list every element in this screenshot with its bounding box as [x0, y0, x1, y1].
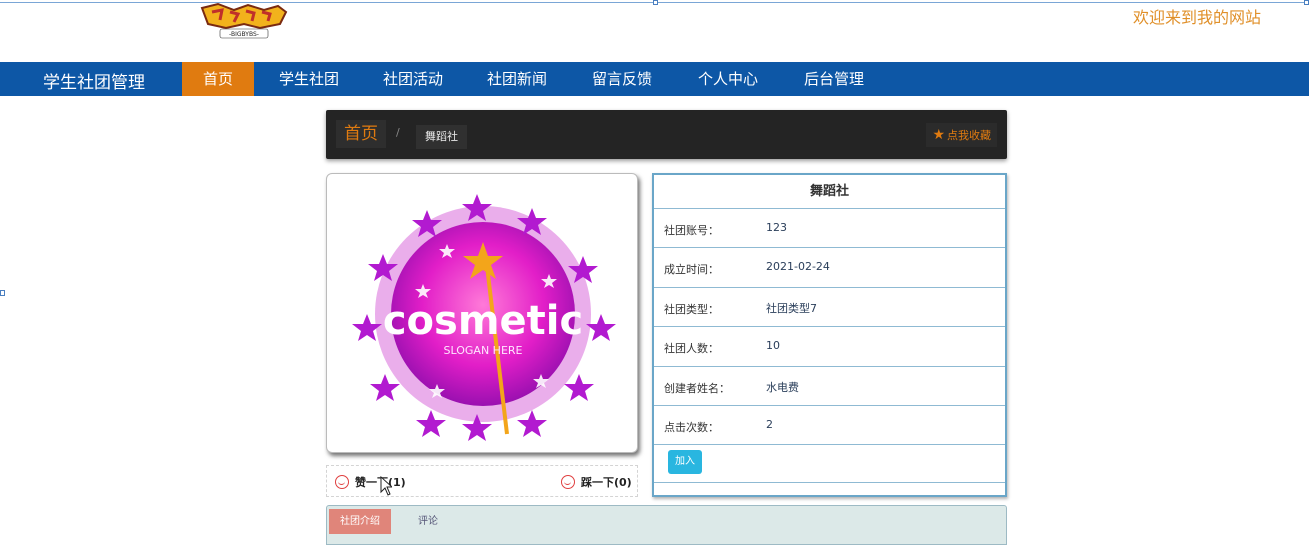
info-value: 123	[766, 221, 787, 234]
selection-handle	[0, 290, 5, 296]
info-key: 社团类型：	[664, 302, 719, 316]
join-button[interactable]: 加入	[668, 450, 702, 475]
info-row-account: 社团账号： 123	[654, 209, 1005, 249]
info-row-members: 社团人数： 10	[654, 327, 1005, 367]
site-logo[interactable]: -BIGBYBS-	[198, 2, 290, 40]
info-value: 社团类型7	[766, 301, 817, 315]
image-word: cosmetic	[383, 298, 583, 344]
tab-intro[interactable]: 社团介绍	[329, 509, 391, 534]
info-row-creator: 创建者姓名： 水电费	[654, 367, 1005, 406]
nav-item-profile[interactable]: 个人中心	[687, 62, 769, 96]
info-value: 2	[766, 417, 773, 431]
dislike-button[interactable]: 踩一下(0)	[561, 474, 632, 490]
logo-caption: -BIGBYBS-	[229, 31, 259, 38]
info-value: 2021-02-24	[766, 260, 830, 274]
breadcrumb-home[interactable]: 首页	[336, 120, 386, 148]
dislike-label: 踩一下(0)	[581, 476, 632, 489]
nav-item-feedback[interactable]: 留言反馈	[581, 62, 663, 96]
info-value: 10	[766, 339, 780, 353]
top-header: -BIGBYBS- 欢迎来到我的网站	[0, 0, 1309, 62]
selection-handle	[1304, 0, 1309, 5]
info-key: 点击次数：	[664, 420, 719, 434]
detail-tabs: 社团介绍 评论	[326, 505, 1007, 545]
breadcrumb-separator: /	[396, 126, 400, 139]
club-name: 舞蹈社	[654, 175, 1005, 209]
selection-handle	[653, 0, 658, 5]
nav-item-news[interactable]: 社团新闻	[476, 62, 558, 96]
info-key: 成立时间：	[664, 263, 719, 277]
smile-icon	[335, 475, 349, 489]
nav-brand[interactable]: 学生社团管理	[43, 68, 145, 93]
welcome-text: 欢迎来到我的网站	[1133, 8, 1262, 27]
join-row: 加入	[654, 445, 1005, 484]
info-value: 水电费	[766, 380, 799, 394]
breadcrumb-current: 舞蹈社	[416, 125, 467, 149]
vote-bar: 赞一下(1) 踩一下(0)	[326, 465, 638, 497]
image-slogan: SLOGAN HERE	[444, 344, 523, 357]
club-image: cosmetic SLOGAN HERE	[326, 173, 638, 453]
favorite-button[interactable]: ★ 点我收藏	[926, 123, 997, 147]
info-row-founded: 成立时间： 2021-02-24	[654, 248, 1005, 288]
smile-icon	[561, 475, 575, 489]
mouse-cursor-icon	[380, 476, 392, 496]
nav-item-activities[interactable]: 社团活动	[372, 62, 454, 96]
club-info-panel: 舞蹈社 社团账号： 123 成立时间： 2021-02-24 社团类型： 社团类…	[652, 173, 1007, 497]
main-nav: 学生社团管理 首页 学生社团 社团活动 社团新闻 留言反馈 个人中心 后台管理	[0, 62, 1309, 96]
info-row-clicks: 点击次数： 2	[654, 406, 1005, 446]
nav-item-home[interactable]: 首页	[182, 62, 254, 96]
favorite-label: 点我收藏	[947, 129, 991, 142]
info-key: 社团账号：	[664, 224, 719, 237]
club-logo-image: cosmetic SLOGAN HERE	[352, 194, 616, 441]
info-row-type: 社团类型： 社团类型7	[654, 288, 1005, 328]
info-key: 创建者姓名：	[664, 381, 730, 395]
nav-item-clubs[interactable]: 学生社团	[268, 62, 350, 96]
star-icon: ★	[932, 127, 945, 143]
info-key: 社团人数：	[664, 342, 719, 356]
nav-item-admin[interactable]: 后台管理	[793, 62, 875, 96]
tab-comments[interactable]: 评论	[418, 509, 438, 534]
breadcrumb: 首页 / 舞蹈社 ★ 点我收藏	[326, 110, 1007, 159]
like-button[interactable]: 赞一下(1)	[335, 474, 406, 490]
